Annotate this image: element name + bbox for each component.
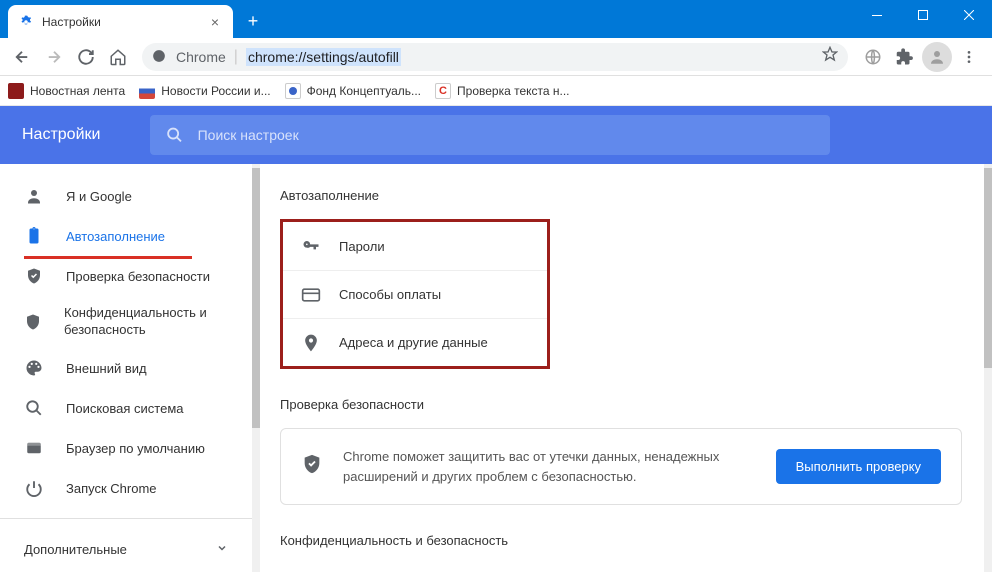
search-input[interactable] <box>198 127 815 143</box>
forward-button[interactable] <box>40 43 68 71</box>
addresses-row[interactable]: Адреса и другие данные <box>283 318 547 366</box>
sidebar-more-label: Дополнительные <box>24 542 127 557</box>
key-icon <box>301 236 321 256</box>
bookmark-star-icon[interactable] <box>822 46 838 67</box>
shield-check-icon <box>24 266 44 286</box>
run-check-button[interactable]: Выполнить проверку <box>776 449 941 484</box>
back-button[interactable] <box>8 43 36 71</box>
bookmark-favicon <box>8 83 24 99</box>
bookmark-item[interactable]: Новости России и... <box>139 83 270 99</box>
bookmark-favicon <box>285 83 301 99</box>
section-title-autofill: Автозаполнение <box>280 188 962 203</box>
sidebar-item-appearance[interactable]: Внешний вид <box>0 348 252 388</box>
bookmark-favicon: C <box>435 83 451 99</box>
new-tab-button[interactable]: + <box>239 7 267 35</box>
window-controls <box>854 0 992 30</box>
settings-search[interactable] <box>150 115 830 155</box>
row-label: Пароли <box>339 239 529 254</box>
row-label: Адреса и другие данные <box>339 335 529 350</box>
tab-title: Настройки <box>42 15 199 29</box>
separator: | <box>234 48 238 66</box>
card-icon <box>301 285 321 305</box>
globe-icon[interactable] <box>858 42 888 72</box>
row-label: Способы оплаты <box>339 287 529 302</box>
window-titlebar: Настройки × + <box>0 0 992 38</box>
bookmark-favicon <box>139 83 155 99</box>
browser-icon <box>24 438 44 458</box>
sidebar-label: Я и Google <box>66 189 132 204</box>
url-text: chrome://settings/autofill <box>246 48 401 66</box>
minimize-button[interactable] <box>854 0 900 30</box>
sidebar-item-search[interactable]: Поисковая система <box>0 388 252 428</box>
sidebar-label: Проверка безопасности <box>66 269 210 284</box>
search-icon <box>24 398 44 418</box>
sidebar-label: Запуск Chrome <box>66 481 157 496</box>
settings-title: Настройки <box>22 126 100 144</box>
sidebar-item-google[interactable]: Я и Google <box>0 176 252 216</box>
bookmarks-bar: Новостная лента Новости России и... Фонд… <box>0 76 992 106</box>
close-window-button[interactable] <box>946 0 992 30</box>
secure-icon <box>152 49 168 65</box>
bookmark-label: Проверка текста н... <box>457 84 570 98</box>
sidebar-label: Автозаполнение <box>66 229 165 244</box>
person-icon <box>24 186 44 206</box>
section-title-privacy: Конфиденциальность и безопасность <box>280 533 962 548</box>
sidebar-more[interactable]: Дополнительные <box>0 529 252 569</box>
address-bar[interactable]: Chrome | chrome://settings/autofill <box>142 43 848 71</box>
safety-text: Chrome поможет защитить вас от утечки да… <box>343 447 758 486</box>
sidebar-label: Браузер по умолчанию <box>66 441 205 456</box>
settings-main: Автозаполнение Пароли Способы оплаты Адр… <box>260 164 992 572</box>
home-button[interactable] <box>104 43 132 71</box>
settings-header: Настройки <box>0 106 992 164</box>
bookmark-label: Новостная лента <box>30 84 125 98</box>
sidebar-label: Конфиденциальность и безопасность <box>64 305 228 339</box>
close-tab-icon[interactable]: × <box>207 14 223 30</box>
browser-toolbar: Chrome | chrome://settings/autofill <box>0 38 992 76</box>
pin-icon <box>301 333 321 353</box>
chevron-down-icon <box>216 542 228 557</box>
palette-icon <box>24 358 44 378</box>
section-title-safety: Проверка безопасности <box>280 397 962 412</box>
reload-button[interactable] <box>72 43 100 71</box>
maximize-button[interactable] <box>900 0 946 30</box>
sidebar-item-safety[interactable]: Проверка безопасности <box>0 256 252 296</box>
shield-icon <box>24 312 42 332</box>
payment-row[interactable]: Способы оплаты <box>283 270 547 318</box>
gear-icon <box>18 14 34 30</box>
power-icon <box>24 478 44 498</box>
shield-check-icon <box>301 453 325 480</box>
autofill-card: Пароли Способы оплаты Адреса и другие да… <box>280 219 550 369</box>
profile-avatar[interactable] <box>922 42 952 72</box>
sidebar-label: Поисковая система <box>66 401 184 416</box>
sidebar-item-startup[interactable]: Запуск Chrome <box>0 468 252 508</box>
passwords-row[interactable]: Пароли <box>283 222 547 270</box>
bookmark-item[interactable]: Новостная лента <box>8 83 125 99</box>
menu-icon[interactable] <box>954 42 984 72</box>
chrome-label: Chrome <box>176 49 226 65</box>
browser-tab[interactable]: Настройки × <box>8 5 233 38</box>
sidebar-item-privacy[interactable]: Конфиденциальность и безопасность <box>0 296 252 348</box>
clipboard-icon <box>24 226 44 246</box>
safety-card: Chrome поможет защитить вас от утечки да… <box>280 428 962 505</box>
extensions-icon[interactable] <box>890 42 920 72</box>
bookmark-item[interactable]: C Проверка текста н... <box>435 83 570 99</box>
bookmark-label: Новости России и... <box>161 84 270 98</box>
sidebar-scrollbar[interactable] <box>252 164 260 572</box>
bookmark-item[interactable]: Фонд Концептуаль... <box>285 83 421 99</box>
bookmark-label: Фонд Концептуаль... <box>307 84 421 98</box>
sidebar-label: Внешний вид <box>66 361 147 376</box>
sidebar-item-autofill[interactable]: Автозаполнение <box>0 216 252 256</box>
sidebar-separator <box>0 518 252 519</box>
sidebar-item-default-browser[interactable]: Браузер по умолчанию <box>0 428 252 468</box>
main-scrollbar[interactable] <box>984 164 992 572</box>
search-icon <box>166 126 183 144</box>
settings-content: Я и Google Автозаполнение Проверка безоп… <box>0 164 992 572</box>
settings-sidebar: Я и Google Автозаполнение Проверка безоп… <box>0 164 252 572</box>
